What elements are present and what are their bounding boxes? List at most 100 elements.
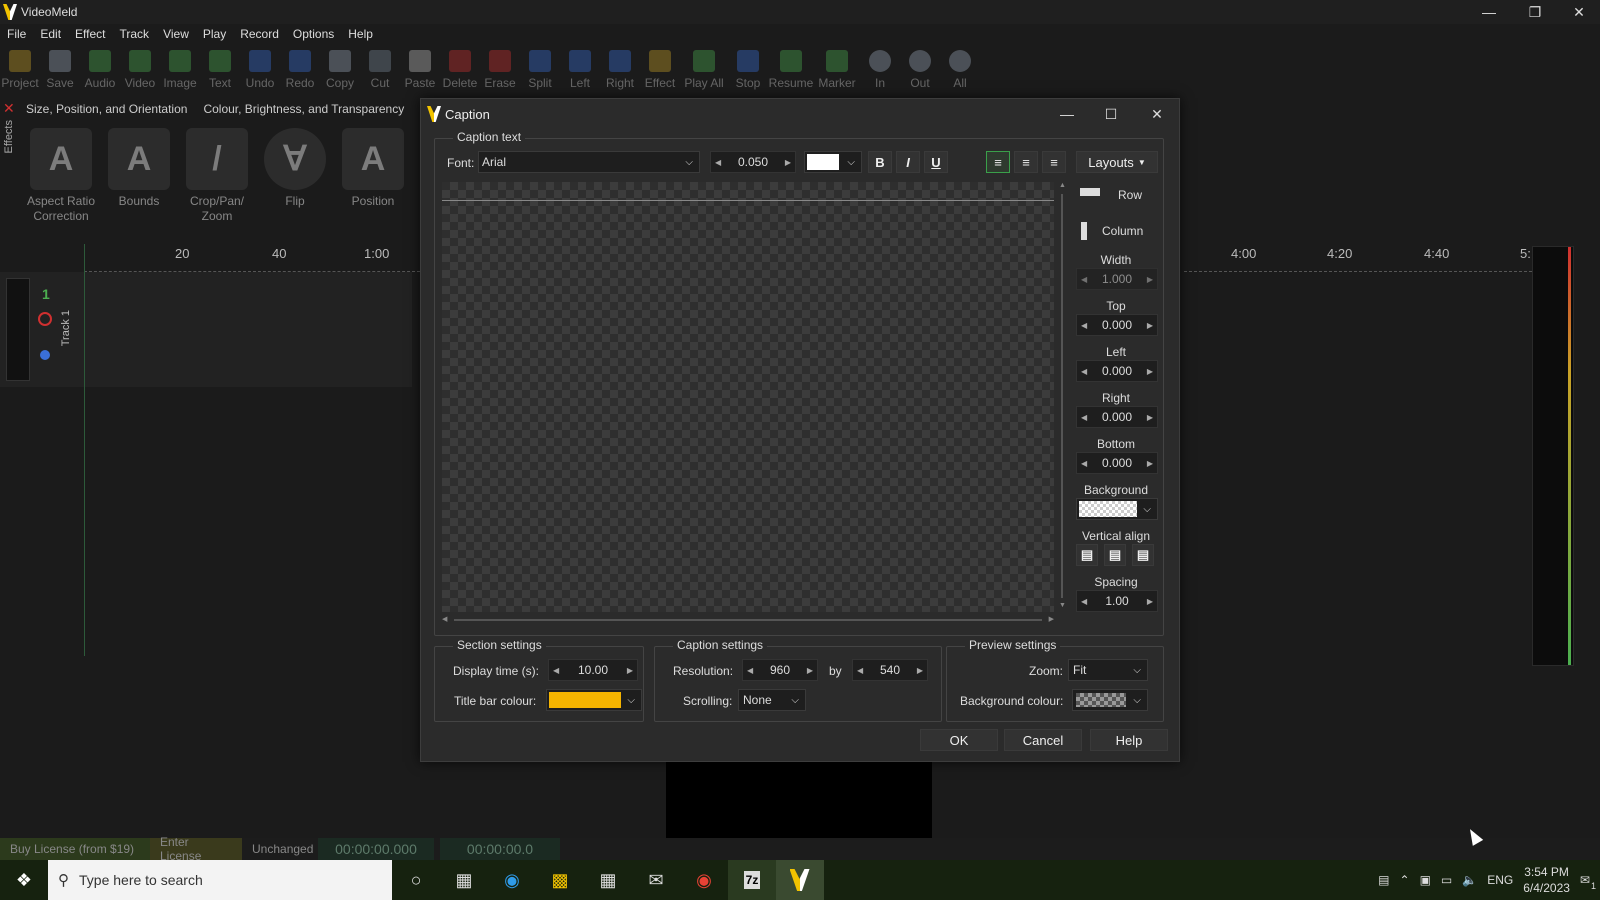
right-stepper[interactable]: ◀ 0.000 ▶ [1076, 406, 1158, 428]
increment-icon[interactable]: ▶ [1147, 275, 1153, 284]
start-button[interactable]: ❖ [0, 860, 48, 900]
left-stepper[interactable]: ◀ 0.000 ▶ [1076, 360, 1158, 382]
split-button[interactable]: Split [520, 46, 560, 96]
row-label[interactable]: Row [1118, 188, 1142, 202]
marker-button[interactable]: Marker [814, 46, 860, 96]
close-icon[interactable]: ✕ [1556, 0, 1600, 24]
horizontal-scrollbar[interactable]: ◀ ▶ [442, 616, 1054, 624]
increment-icon[interactable]: ▶ [785, 158, 791, 167]
zoom-in-button[interactable]: In [860, 46, 900, 96]
dialog-maximize-icon[interactable]: ☐ [1089, 99, 1133, 129]
enter-license-button[interactable]: Enter License [150, 835, 242, 863]
chrome-icon[interactable]: ◉ [680, 860, 728, 900]
background-color-select[interactable]: ⌵ [1076, 498, 1158, 520]
videomeld-taskbar-icon[interactable] [776, 860, 824, 900]
paste-button[interactable]: Paste [400, 46, 440, 96]
valign-middle-button[interactable]: ▤ [1104, 544, 1126, 566]
underline-button[interactable]: U [924, 151, 948, 173]
spacing-stepper[interactable]: ◀ 1.00 ▶ [1076, 590, 1158, 612]
italic-button[interactable]: I [896, 151, 920, 173]
increment-icon[interactable]: ▶ [1147, 367, 1153, 376]
tab-colour-brightness[interactable]: Colour, Brightness, and Transparency [203, 102, 404, 116]
volume-muted-icon[interactable]: 🔈 [1462, 873, 1477, 887]
font-size-stepper[interactable]: ◀ 0.050 ▶ [710, 151, 796, 173]
cortana-icon[interactable]: ○ [392, 860, 440, 900]
menu-edit[interactable]: Edit [33, 27, 68, 45]
align-left-button[interactable]: ≡ [986, 151, 1010, 173]
decrement-icon[interactable]: ◀ [1081, 275, 1087, 284]
menu-effect[interactable]: Effect [68, 27, 112, 45]
zoom-all-button[interactable]: All [940, 46, 980, 96]
scroll-up-icon[interactable]: ▲ [1059, 182, 1066, 189]
redo-button[interactable]: Redo [280, 46, 320, 96]
dialog-close-icon[interactable]: ✕ [1135, 99, 1179, 129]
decrement-icon[interactable]: ◀ [1081, 321, 1087, 330]
decrement-icon[interactable]: ◀ [747, 666, 753, 675]
left-button[interactable]: Left [560, 46, 600, 96]
increment-icon[interactable]: ▶ [807, 666, 813, 675]
tab-size-position[interactable]: Size, Position, and Orientation [26, 102, 187, 116]
cancel-button[interactable]: Cancel [1004, 729, 1082, 751]
notifications-icon[interactable]: ✉ 1 [1580, 873, 1596, 891]
bottom-stepper[interactable]: ◀ 0.000 ▶ [1076, 452, 1158, 474]
display-icon[interactable]: ▭ [1441, 873, 1452, 887]
video-button[interactable]: Video [120, 46, 160, 96]
resolution-width-stepper[interactable]: ◀ 960 ▶ [742, 659, 818, 681]
menu-help[interactable]: Help [341, 27, 380, 45]
increment-icon[interactable]: ▶ [1147, 597, 1153, 606]
decrement-icon[interactable]: ◀ [857, 666, 863, 675]
effect-button[interactable]: Effect [640, 46, 680, 96]
decrement-icon[interactable]: ◀ [553, 666, 559, 675]
audio-button[interactable]: Audio [80, 46, 120, 96]
taskbar-search[interactable]: ⚲ Type here to search [48, 860, 392, 900]
increment-icon[interactable]: ▶ [1147, 413, 1153, 422]
menu-view[interactable]: View [156, 27, 196, 45]
help-button[interactable]: Help [1090, 729, 1168, 751]
column-label[interactable]: Column [1102, 224, 1143, 238]
zoom-out-button[interactable]: Out [900, 46, 940, 96]
menu-options[interactable]: Options [286, 27, 341, 45]
project-button[interactable]: Project [0, 46, 40, 96]
store-icon[interactable]: ▦ [584, 860, 632, 900]
valign-top-button[interactable]: ▤ [1076, 544, 1098, 566]
align-right-button[interactable]: ≡ [1042, 151, 1066, 173]
ok-button[interactable]: OK [920, 729, 998, 751]
file-explorer-icon[interactable]: ▩ [536, 860, 584, 900]
play-all-button[interactable]: Play All [680, 46, 728, 96]
restore-icon[interactable]: ❐ [1512, 0, 1558, 24]
minimize-icon[interactable]: — [1466, 0, 1512, 24]
effect-position[interactable]: A Position [334, 122, 412, 242]
decrement-icon[interactable]: ◀ [715, 158, 721, 167]
width-stepper[interactable]: ◀ 1.000 ▶ [1076, 268, 1158, 290]
mail-icon[interactable]: ✉ [632, 860, 680, 900]
text-color-select[interactable]: ⌵ [804, 151, 862, 173]
7zip-icon[interactable]: 7z [728, 860, 776, 900]
network-icon[interactable]: ▣ [1420, 873, 1431, 887]
scroll-track[interactable] [1061, 194, 1063, 598]
scroll-down-icon[interactable]: ▼ [1059, 602, 1066, 609]
news-icon[interactable]: ▤ [1378, 873, 1389, 887]
menu-record[interactable]: Record [233, 27, 286, 45]
close-effects-icon[interactable]: ✕ [3, 100, 15, 117]
column-layout-icon[interactable] [1081, 222, 1087, 240]
mute-icon[interactable] [38, 312, 52, 326]
layouts-button[interactable]: Layouts ▼ [1076, 151, 1158, 173]
menu-track[interactable]: Track [113, 27, 157, 45]
save-button[interactable]: Save [40, 46, 80, 96]
increment-icon[interactable]: ▶ [1147, 321, 1153, 330]
effect-aspect-ratio[interactable]: A Aspect Ratio Correction [22, 122, 100, 242]
menu-file[interactable]: File [0, 27, 33, 45]
text-button[interactable]: Text [200, 46, 240, 96]
copy-button[interactable]: Copy [320, 46, 360, 96]
scroll-track-h[interactable] [454, 619, 1042, 621]
caption-editor-canvas[interactable] [442, 182, 1054, 612]
dialog-minimize-icon[interactable]: — [1045, 99, 1089, 129]
font-select[interactable]: Arial ⌵ [478, 151, 700, 173]
top-stepper[interactable]: ◀ 0.000 ▶ [1076, 314, 1158, 336]
scroll-right-icon[interactable]: ▶ [1049, 615, 1054, 623]
track-header[interactable] [6, 278, 30, 381]
language-indicator[interactable]: ENG [1487, 873, 1513, 887]
increment-icon[interactable]: ▶ [1147, 459, 1153, 468]
volume-knob-icon[interactable] [40, 350, 50, 360]
tray-chevron-icon[interactable]: ⌃ [1400, 873, 1410, 887]
